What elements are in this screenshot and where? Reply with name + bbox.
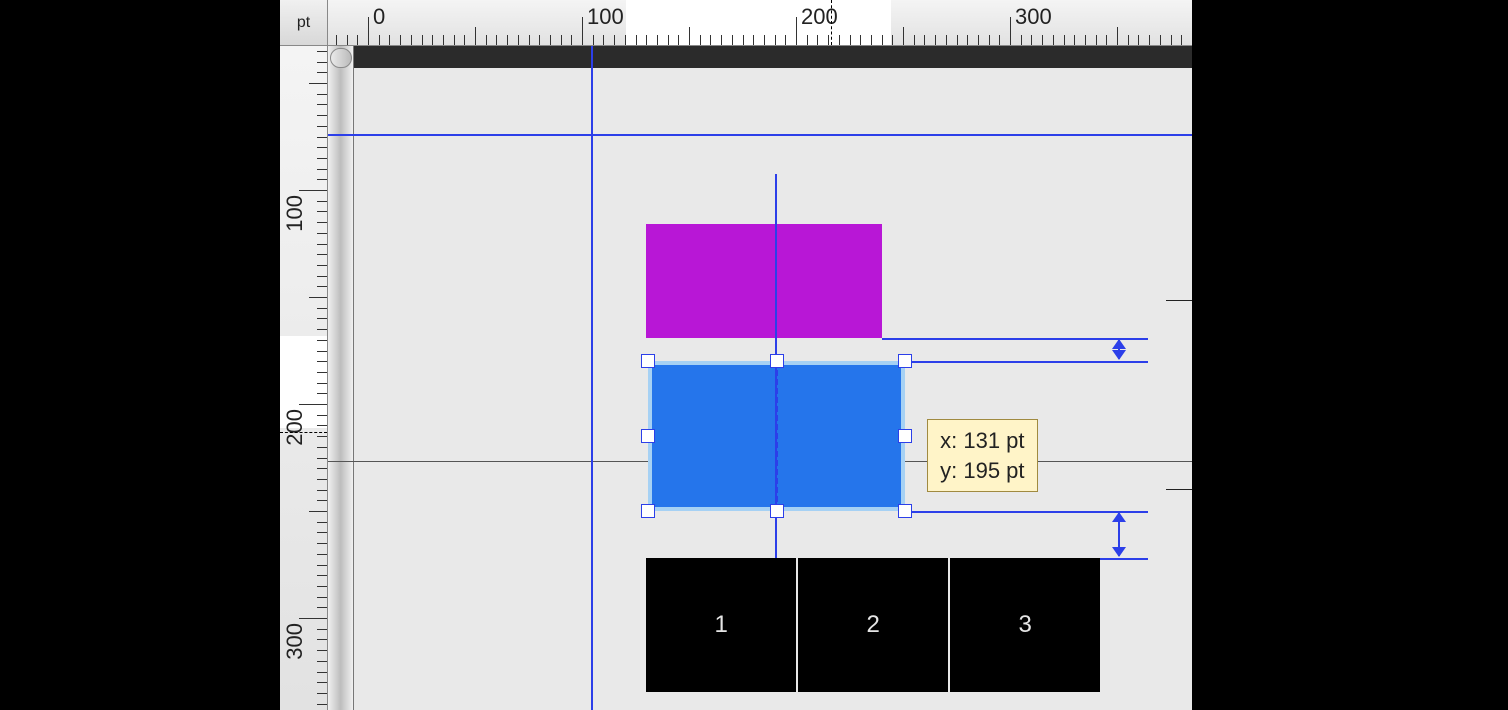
black-box-2[interactable]: 2: [798, 558, 948, 692]
shape-purple-rectangle[interactable]: [646, 224, 881, 337]
selection-handle[interactable]: [641, 504, 655, 518]
tooltip-x: x: 131 pt: [940, 426, 1024, 456]
align-spacing-arrow-top: [1118, 340, 1120, 360]
selection-handle[interactable]: [898, 354, 912, 368]
ruler-h-label: 100: [587, 4, 624, 30]
align-spacing-arrow-bottom: [1118, 513, 1120, 556]
guide-vertical[interactable]: [591, 46, 593, 710]
tooltip-y: y: 195 pt: [940, 456, 1024, 486]
scroll-thumb[interactable]: [330, 48, 352, 68]
selection-handle[interactable]: [898, 429, 912, 443]
ruler-h-label: 0: [373, 4, 385, 30]
snap-center-dashed: [775, 361, 778, 511]
ruler-v-cursor-marker: [280, 432, 327, 433]
selection-handle[interactable]: [641, 429, 655, 443]
position-tooltip: x: 131 pt y: 195 pt: [927, 419, 1037, 492]
align-line: [905, 361, 1148, 363]
shape-black-group[interactable]: 1 2 3: [646, 558, 1100, 692]
ruler-v-label: 200: [282, 409, 308, 446]
align-line: [882, 338, 1148, 340]
page-edge-mark-1: [1166, 300, 1192, 301]
page-edge-mark-2: [1166, 489, 1192, 490]
ruler-h-label: 200: [801, 4, 838, 30]
selection-handle[interactable]: [770, 504, 784, 518]
selection-handle[interactable]: [641, 354, 655, 368]
ruler-unit-label: pt: [280, 0, 328, 46]
ruler-v-label: 100: [282, 195, 308, 232]
black-box-3[interactable]: 3: [950, 558, 1100, 692]
ruler-horizontal[interactable]: 0 100 200 300: [328, 0, 1192, 46]
ruler-h-cursor-marker: [831, 0, 832, 45]
align-line: [1100, 558, 1148, 560]
black-box-1[interactable]: 1: [646, 558, 796, 692]
ruler-vertical[interactable]: 100 200 300: [280, 46, 328, 710]
selection-handle[interactable]: [770, 354, 784, 368]
ruler-h-label: 300: [1015, 4, 1052, 30]
guide-horizontal[interactable]: [328, 134, 1192, 136]
scroll-gutter-vertical: [328, 46, 354, 710]
page-bleed-strip: [354, 46, 1192, 68]
canvas[interactable]: 1 2 3 x: 131 pt y: 195 pt: [328, 46, 1192, 710]
design-app-window: pt 0 100 200 300 100 200 300: [280, 0, 1192, 710]
ruler-v-label: 300: [282, 623, 308, 660]
selection-handle[interactable]: [898, 504, 912, 518]
